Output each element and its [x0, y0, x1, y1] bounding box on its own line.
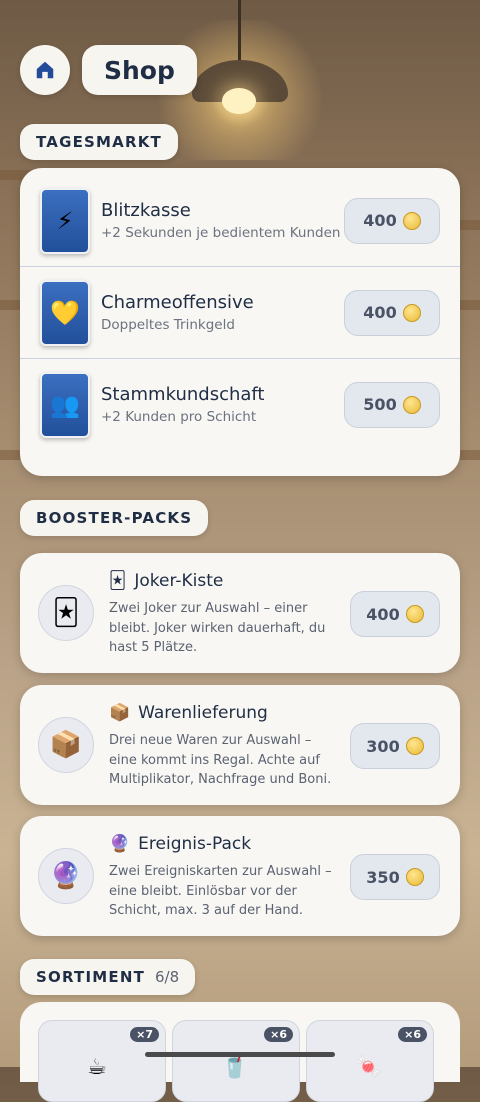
- section-label-booster-packs: BOOSTER-PACKS: [20, 500, 209, 536]
- buy-button[interactable]: 400: [344, 197, 440, 244]
- page-title: Shop: [82, 45, 197, 95]
- soda-icon: 🥤: [221, 1055, 249, 1080]
- sortiment-item[interactable]: ×6 🥤: [172, 1020, 300, 1102]
- upgrade-row-charmeoffensive[interactable]: 💛 Charmeoffensive Doppeltes Trinkgeld 40…: [20, 266, 460, 358]
- pack-name: Ereignis-Pack: [138, 834, 252, 854]
- header: Shop: [20, 45, 197, 95]
- home-icon: [36, 61, 54, 79]
- price-value: 400: [366, 604, 400, 624]
- pack-ereignis-pack[interactable]: 🔮 🔮 Ereignis-Pack Zwei Ereigniskarten zu…: [20, 816, 460, 936]
- price-value: 300: [366, 736, 400, 756]
- upgrade-desc: +2 Kunden pro Schicht: [101, 409, 257, 425]
- crystal-ball-icon: 🔮: [109, 834, 131, 854]
- pack-warenlieferung[interactable]: 📦 📦 Warenlieferung Drei neue Waren zur A…: [20, 685, 460, 805]
- upgrade-name: Blitzkasse: [101, 200, 191, 221]
- joker-icon: 🃏: [38, 585, 94, 641]
- upgrade-desc: +2 Sekunden je bedientem Kunden: [101, 225, 341, 241]
- coin-icon: [405, 737, 424, 755]
- sortiment-item[interactable]: ×6 🍬: [306, 1020, 434, 1102]
- package-icon: 📦: [38, 717, 94, 773]
- upgrade-desc: Doppeltes Trinkgeld: [101, 317, 235, 333]
- quantity-badge: ×6: [264, 1027, 293, 1042]
- pack-name: Joker-Kiste: [134, 571, 224, 591]
- home-indicator[interactable]: [145, 1052, 335, 1057]
- section-label-tagesmarkt: TAGESMARKT: [20, 124, 178, 160]
- lightning-icon: ⚡: [40, 187, 90, 254]
- price-value: 400: [363, 303, 397, 322]
- buy-button[interactable]: 500: [344, 381, 440, 428]
- price-value: 350: [366, 867, 400, 887]
- upgrade-name: Stammkundschaft: [101, 384, 265, 405]
- pack-desc: Drei neue Waren zur Auswahl – eine kommt…: [109, 733, 332, 787]
- buy-button[interactable]: 350: [350, 854, 440, 900]
- sortiment-count: 6/8: [155, 968, 180, 986]
- price-value: 500: [363, 395, 397, 414]
- people-icon: 👥: [40, 371, 90, 438]
- package-icon: 📦: [109, 703, 131, 723]
- home-button[interactable]: [20, 45, 70, 95]
- coin-icon: [402, 211, 421, 230]
- pack-desc: Zwei Joker zur Auswahl – einer bleibt. J…: [109, 601, 326, 655]
- tagesmarkt-card: ⚡ Blitzkasse +2 Sekunden je bedientem Ku…: [20, 168, 460, 476]
- upgrade-row-stammkundschaft[interactable]: 👥 Stammkundschaft +2 Kunden pro Schicht …: [20, 358, 460, 450]
- sortiment-card: ×7 ☕ ×6 🥤 ×6 🍬: [20, 1002, 460, 1102]
- pack-desc: Zwei Ereigniskarten zur Auswahl – eine b…: [109, 864, 332, 918]
- ceiling-lamp: [192, 60, 288, 102]
- coin-icon: [402, 395, 421, 414]
- joker-icon: 🃏: [109, 571, 127, 591]
- buy-button[interactable]: 400: [344, 289, 440, 336]
- heart-icon: 💛: [40, 279, 90, 346]
- section-title: TAGESMARKT: [36, 133, 162, 151]
- coin-icon: [405, 868, 424, 886]
- price-value: 400: [363, 211, 397, 230]
- buy-button[interactable]: 300: [350, 723, 440, 769]
- upgrade-row-blitzkasse[interactable]: ⚡ Blitzkasse +2 Sekunden je bedientem Ku…: [20, 175, 460, 266]
- pack-joker-kiste[interactable]: 🃏 🃏 Joker-Kiste Zwei Joker zur Auswahl –…: [20, 553, 460, 673]
- coffee-icon: ☕: [87, 1055, 107, 1080]
- buy-button[interactable]: 400: [350, 591, 440, 637]
- quantity-badge: ×6: [398, 1027, 427, 1042]
- upgrade-name: Charmeoffensive: [101, 292, 254, 313]
- coin-icon: [405, 605, 424, 623]
- quantity-badge: ×7: [130, 1027, 159, 1042]
- section-title: SORTIMENT: [36, 968, 146, 986]
- section-title: BOOSTER-PACKS: [36, 509, 193, 527]
- section-label-sortiment: SORTIMENT 6/8: [20, 959, 196, 995]
- sortiment-item[interactable]: ×7 ☕: [38, 1020, 166, 1102]
- coin-icon: [402, 303, 421, 322]
- pack-name: Warenlieferung: [138, 703, 268, 723]
- crystal-ball-icon: 🔮: [38, 848, 94, 904]
- candy-icon: 🍬: [355, 1055, 383, 1080]
